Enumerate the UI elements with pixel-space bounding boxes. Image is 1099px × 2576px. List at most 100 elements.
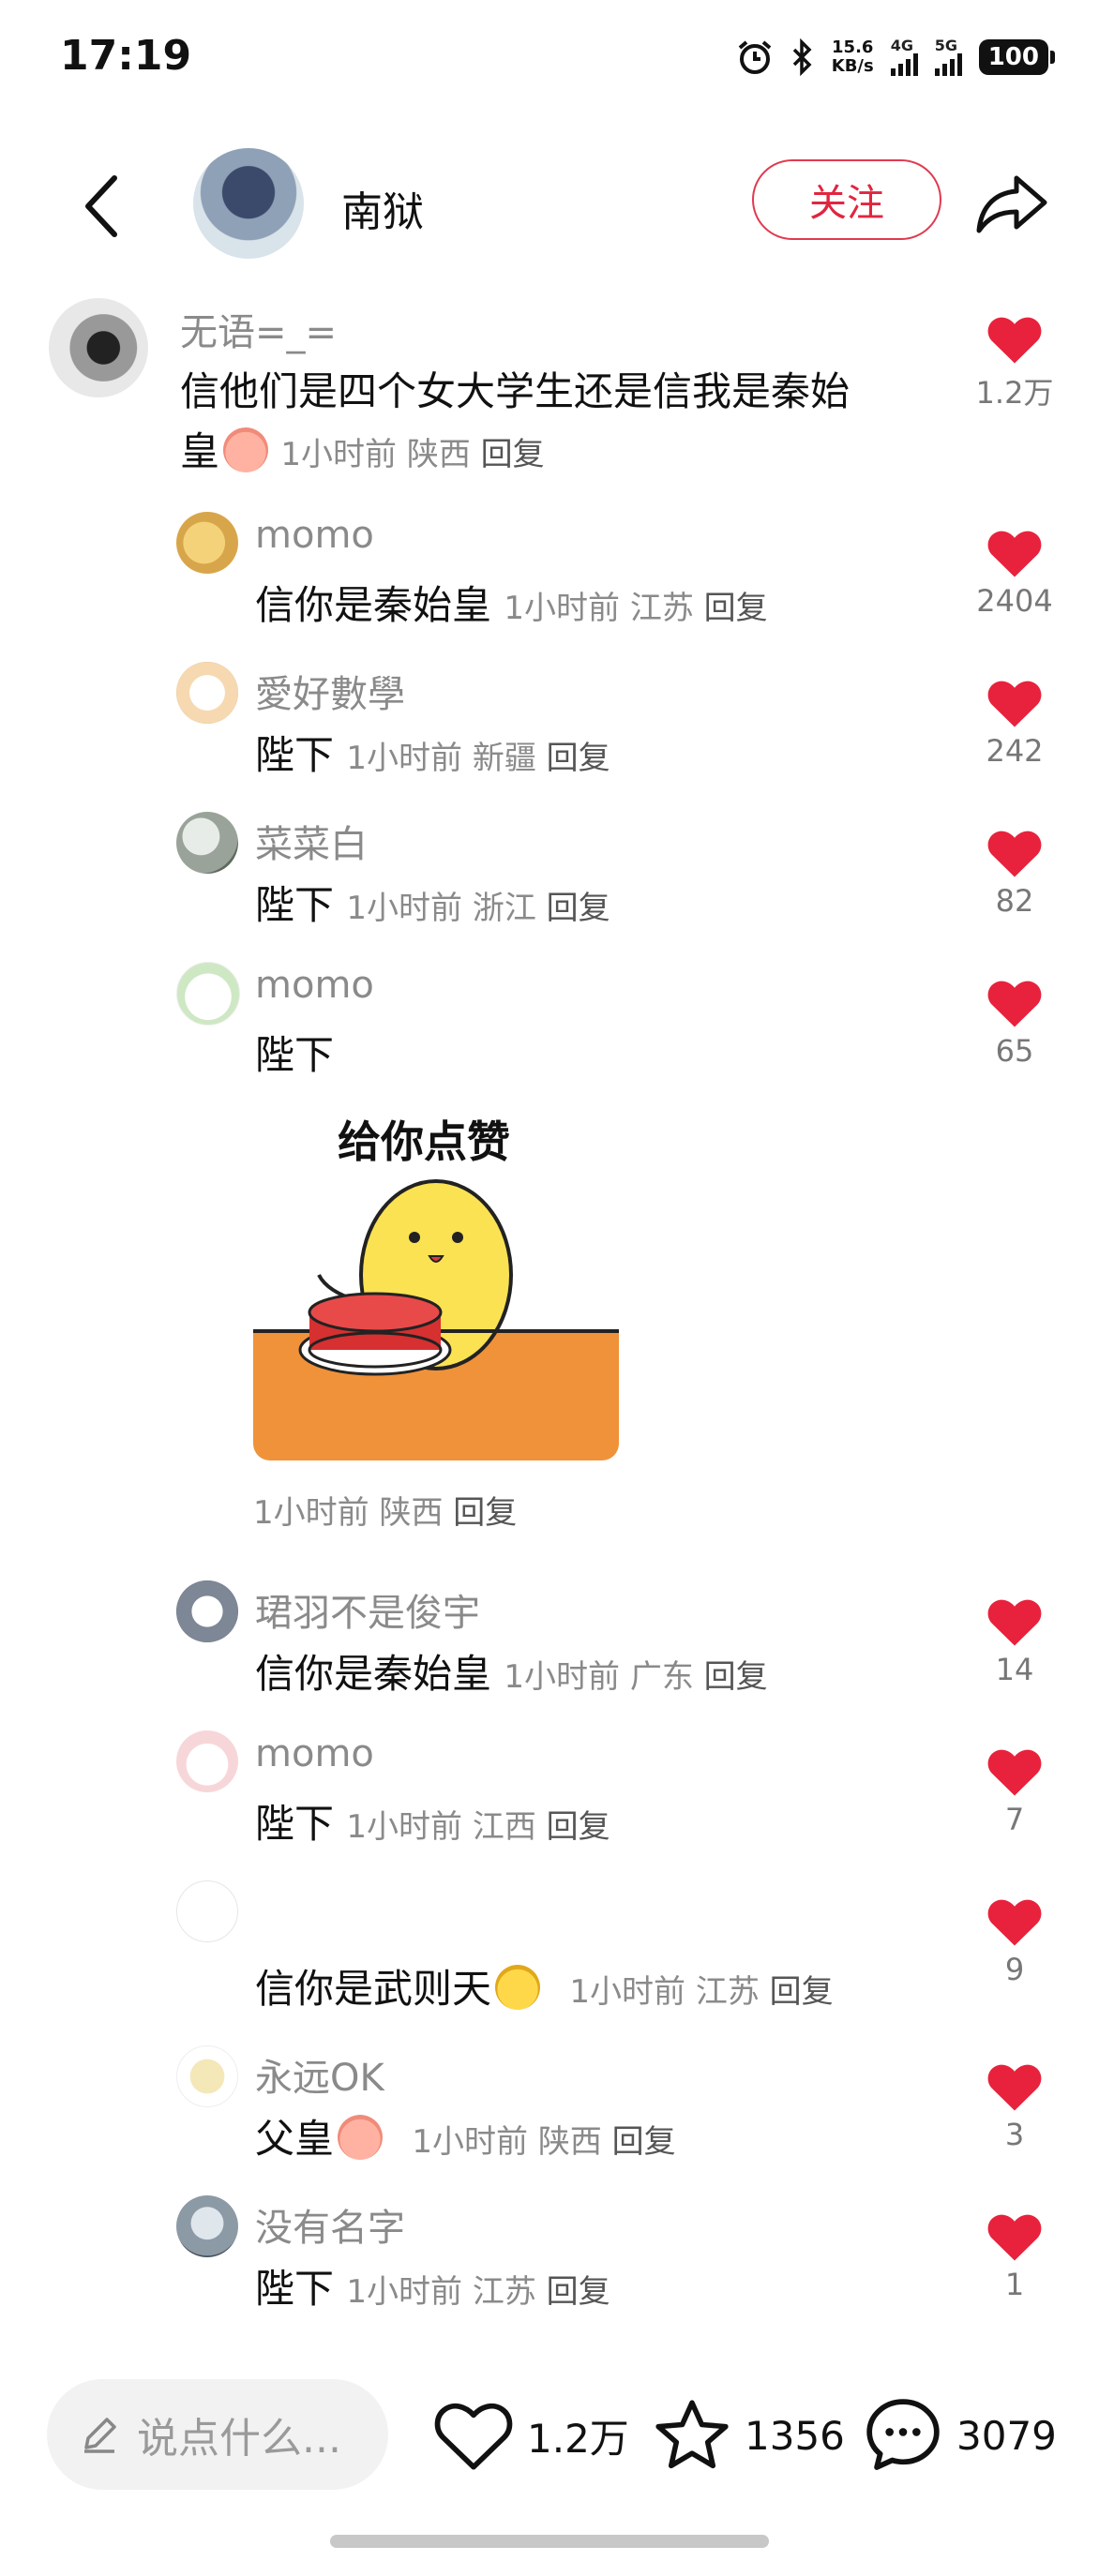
- avatar[interactable]: [176, 962, 240, 1026]
- comment-meta: 1小时前 广东 回复: [504, 1658, 767, 1696]
- peach-emoji-icon: [338, 2115, 384, 2160]
- comment-text: 陛下 1小时前 新疆 回复: [255, 726, 610, 788]
- like-count: 1: [1004, 2267, 1025, 2302]
- reply-button[interactable]: 回复: [612, 2123, 676, 2161]
- author-name[interactable]: 南狱: [341, 178, 424, 238]
- comments-button[interactable]: 3079: [863, 2389, 1057, 2482]
- comment-text: 陛下 1小时前 江苏 回复: [255, 2259, 610, 2322]
- peach-emoji-icon: [223, 427, 269, 472]
- comment-time: 1小时前: [346, 2273, 463, 2311]
- like-button[interactable]: 65: [968, 977, 1061, 1069]
- signal-4g: 4G: [890, 37, 918, 76]
- avatar[interactable]: [176, 662, 238, 724]
- comment-text-line: 信你是秦始皇: [255, 1651, 492, 1697]
- status-time: 17:19: [60, 32, 192, 80]
- like-button[interactable]: 9: [968, 1895, 1061, 1987]
- comment-username[interactable]: 没有名字: [255, 2197, 405, 2252]
- comment-meta: 1小时前 江苏 回复: [504, 590, 767, 627]
- avatar[interactable]: [176, 1880, 238, 1942]
- post-like-count: 1.2万: [527, 2415, 629, 2462]
- like-button[interactable]: 7: [968, 1745, 1061, 1837]
- like-button[interactable]: 242: [968, 677, 1061, 769]
- avatar[interactable]: [176, 812, 238, 874]
- comment-text-line: 信你是秦始皇: [255, 582, 492, 628]
- comment-text: 陛下 1小时前 江西 回复: [255, 1794, 610, 1857]
- avatar[interactable]: [176, 512, 238, 574]
- star-outline-icon: [655, 2400, 729, 2469]
- like-button[interactable]: 3: [968, 2060, 1061, 2152]
- favorite-button[interactable]: 1356: [653, 2389, 845, 2482]
- comment-text: 信你是秦始皇 1小时前 江苏 回复: [255, 576, 768, 638]
- home-indicator[interactable]: [330, 2535, 769, 2548]
- comment-username[interactable]: 菜菜白: [255, 814, 368, 868]
- comment-username[interactable]: 无语=_=: [180, 302, 337, 356]
- avatar[interactable]: [176, 2195, 238, 2257]
- chick-emoji-icon: [495, 1965, 541, 2010]
- net-speed-unit: KB/s: [831, 56, 874, 76]
- avatar[interactable]: [176, 1580, 238, 1642]
- like-button[interactable]: 82: [968, 827, 1061, 919]
- comment-input[interactable]: 说点什么...: [47, 2379, 388, 2490]
- like-button[interactable]: 1: [968, 2210, 1061, 2302]
- comment-text-line: 陛下: [255, 2266, 335, 2312]
- reply-button[interactable]: 回复: [453, 1494, 517, 1532]
- comment-username[interactable]: 愛好數學: [255, 664, 405, 718]
- like-count: 2404: [976, 583, 1053, 619]
- heart-icon: [987, 531, 1042, 577]
- follow-button[interactable]: 关注: [752, 159, 941, 240]
- heart-icon: [987, 681, 1042, 727]
- battery-indicator: 100: [978, 39, 1056, 75]
- heart-icon: [987, 2064, 1042, 2111]
- reply-button[interactable]: 回复: [547, 890, 610, 927]
- alarm-icon: [738, 40, 772, 74]
- like-count: 9: [1004, 1952, 1025, 1987]
- avatar[interactable]: [49, 298, 148, 397]
- comment-time: 1小时前: [504, 1658, 621, 1696]
- comment-time: 1小时前: [280, 436, 398, 473]
- heart-icon: [987, 1749, 1042, 1796]
- comment-text: 父皇 1小时前 陕西 回复: [255, 2109, 676, 2172]
- like-button[interactable]: 2404: [968, 527, 1061, 619]
- back-arrow-icon[interactable]: [75, 169, 131, 244]
- author-avatar[interactable]: [193, 148, 304, 259]
- like-count: 242: [986, 733, 1044, 769]
- heart-icon: [987, 831, 1042, 877]
- reply-button[interactable]: 回复: [547, 1808, 610, 1846]
- comment-time: 1小时前: [346, 1808, 463, 1846]
- comment-region: 江西: [472, 1808, 536, 1846]
- comment-username[interactable]: momo: [255, 1732, 374, 1775]
- signal-4g-label: 4G: [890, 37, 913, 54]
- comment-username[interactable]: 永远OK: [255, 2047, 384, 2102]
- favorite-count: 1356: [745, 2412, 845, 2459]
- bottom-action-bar: 说点什么... 1.2万 1356 3079: [0, 2362, 1099, 2503]
- comment-username[interactable]: momo: [255, 514, 374, 557]
- comment-meta: 1小时前 江苏 回复: [569, 1973, 833, 2011]
- reply-button[interactable]: 回复: [547, 2273, 610, 2311]
- like-button[interactable]: 1.2万: [968, 313, 1061, 412]
- comment-time: 1小时前: [346, 890, 463, 927]
- comment-region: 江苏: [695, 1973, 760, 2011]
- status-icons: 15.6 KB/s 4G 5G 100: [736, 34, 1056, 81]
- comment-meta: 1小时前 浙江 回复: [346, 890, 610, 927]
- comment-region: 陕西: [406, 436, 471, 473]
- heart-icon: [987, 1599, 1042, 1646]
- share-icon[interactable]: [975, 172, 1048, 234]
- like-button[interactable]: 14: [968, 1595, 1061, 1687]
- bluetooth-icon: [792, 38, 812, 76]
- reply-button[interactable]: 回复: [547, 740, 610, 777]
- reply-button[interactable]: 回复: [481, 436, 545, 473]
- comment-count: 3079: [956, 2412, 1057, 2459]
- comment-username[interactable]: momo: [255, 964, 374, 1007]
- reply-button[interactable]: 回复: [704, 590, 768, 627]
- avatar[interactable]: [176, 1730, 238, 1792]
- reply-button[interactable]: 回复: [704, 1658, 768, 1696]
- reply-button[interactable]: 回复: [770, 1973, 834, 2011]
- comment-time: 1小时前: [569, 1973, 686, 2011]
- net-speed: 15.6 KB/s: [832, 38, 874, 76]
- avatar[interactable]: [176, 2045, 238, 2107]
- comment-username[interactable]: 珺羽不是俊宇: [255, 1582, 480, 1637]
- comment-region: 江苏: [629, 590, 694, 627]
- like-count: 1.2万: [975, 375, 1054, 411]
- like-post-button[interactable]: 1.2万: [433, 2389, 629, 2482]
- sticker-image[interactable]: 给你点赞: [253, 1097, 619, 1460]
